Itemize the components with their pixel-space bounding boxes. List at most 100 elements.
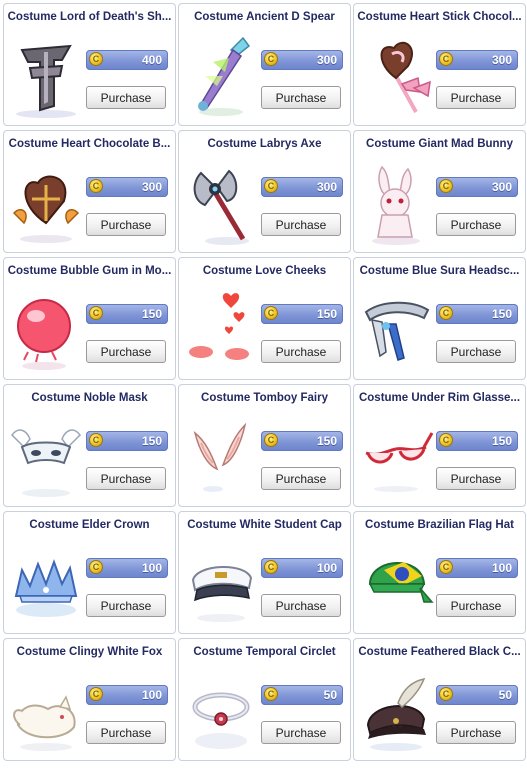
price-tag: C 100 (261, 558, 343, 578)
coin-icon: C (264, 560, 278, 574)
shop-item-card: Costume Elder Crown C 100 Purchase (3, 511, 176, 634)
purchase-button[interactable]: Purchase (261, 594, 341, 617)
red-glasses-icon (358, 413, 434, 501)
purchase-button[interactable]: Purchase (436, 467, 516, 490)
item-price: 150 (491, 307, 512, 321)
item-name: Costume Temporal Circlet (193, 646, 336, 658)
item-price: 300 (491, 180, 512, 194)
item-price: 300 (316, 53, 337, 67)
coin-icon: C (89, 306, 103, 320)
item-name: Costume Feathered Black C... (358, 646, 521, 658)
item-name: Costume Bubble Gum in Mo... (7, 265, 172, 277)
coin-icon: C (89, 179, 103, 193)
purchase-button[interactable]: Purchase (86, 340, 166, 363)
feathered-cap-icon (358, 667, 434, 755)
item-name: Costume Under Rim Glasse... (358, 392, 521, 404)
fairy-ears-icon (183, 413, 259, 501)
purchase-button[interactable]: Purchase (86, 213, 166, 236)
bunny-plush-icon (358, 159, 434, 247)
price-tag: C 400 (86, 50, 168, 70)
item-name: Costume Heart Chocolate B... (8, 138, 171, 150)
crystal-spear-icon (183, 32, 259, 120)
shop-item-card: Costume Heart Stick Chocol... C 300 Purc… (353, 3, 526, 126)
price-tag: C 300 (261, 50, 343, 70)
purchase-button[interactable]: Purchase (436, 213, 516, 236)
shop-item-card: Costume Temporal Circlet C 50 Purchase (178, 638, 351, 761)
purchase-button[interactable]: Purchase (436, 340, 516, 363)
item-price: 150 (316, 434, 337, 448)
item-price: 100 (316, 561, 337, 575)
item-name: Costume Giant Mad Bunny (366, 138, 513, 150)
price-tag: C 150 (436, 431, 518, 451)
purchase-button[interactable]: Purchase (86, 86, 166, 109)
price-tag: C 300 (86, 177, 168, 197)
price-tag: C 150 (86, 431, 168, 451)
item-price: 300 (491, 53, 512, 67)
winged-mask-icon (8, 413, 84, 501)
dark-cross-shield-icon (8, 32, 84, 120)
item-price: 100 (141, 561, 162, 575)
price-tag: C 150 (261, 304, 343, 324)
item-price: 400 (141, 53, 162, 67)
item-price: 100 (491, 561, 512, 575)
shop-item-card: Costume Labrys Axe C 300 Purchase (178, 130, 351, 253)
blue-headscarf-icon (358, 286, 434, 374)
coin-icon: C (89, 560, 103, 574)
coin-icon: C (264, 687, 278, 701)
coin-icon: C (439, 52, 453, 66)
item-name: Costume Brazilian Flag Hat (365, 519, 514, 531)
coin-icon: C (439, 687, 453, 701)
purchase-button[interactable]: Purchase (86, 594, 166, 617)
item-name: Costume Labrys Axe (207, 138, 322, 150)
double-axe-icon (183, 159, 259, 247)
shop-item-card: Costume Bubble Gum in Mo... C 150 Purcha… (3, 257, 176, 380)
shop-item-card: Costume Love Cheeks C 150 Purchase (178, 257, 351, 380)
purchase-button[interactable]: Purchase (261, 340, 341, 363)
item-name: Costume Tomboy Fairy (201, 392, 328, 404)
pink-bubble-icon (8, 286, 84, 374)
shop-item-card: Costume Brazilian Flag Hat C 100 Purchas… (353, 511, 526, 634)
item-price: 50 (498, 688, 512, 702)
item-price: 150 (491, 434, 512, 448)
shop-item-card: Costume Blue Sura Headsc... C 150 Purcha… (353, 257, 526, 380)
item-price: 150 (141, 307, 162, 321)
coin-icon: C (89, 52, 103, 66)
heart-chocolate-box-icon (8, 159, 84, 247)
coin-icon: C (439, 560, 453, 574)
coin-icon: C (89, 433, 103, 447)
coin-icon: C (439, 179, 453, 193)
item-price: 300 (141, 180, 162, 194)
shop-item-card: Costume Clingy White Fox C 100 Purchase (3, 638, 176, 761)
price-tag: C 50 (436, 685, 518, 705)
purchase-button[interactable]: Purchase (86, 467, 166, 490)
coin-icon: C (264, 433, 278, 447)
item-name: Costume Noble Mask (31, 392, 148, 404)
purchase-button[interactable]: Purchase (261, 467, 341, 490)
item-name: Costume Blue Sura Headsc... (359, 265, 520, 277)
purchase-button[interactable]: Purchase (86, 721, 166, 744)
shop-item-card: Costume Noble Mask C 150 Purchase (3, 384, 176, 507)
item-name: Costume White Student Cap (187, 519, 342, 531)
purchase-button[interactable]: Purchase (261, 86, 341, 109)
price-tag: C 100 (86, 558, 168, 578)
purchase-button[interactable]: Purchase (261, 721, 341, 744)
price-tag: C 50 (261, 685, 343, 705)
item-name: Costume Lord of Death's Sh... (7, 11, 172, 23)
item-price: 150 (141, 434, 162, 448)
shop-item-card: Costume Lord of Death's Sh... C 400 Purc… (3, 3, 176, 126)
item-price: 150 (316, 307, 337, 321)
purchase-button[interactable]: Purchase (436, 594, 516, 617)
item-name: Costume Elder Crown (29, 519, 150, 531)
shop-item-card: Costume Under Rim Glasse... C 150 Purcha… (353, 384, 526, 507)
purchase-button[interactable]: Purchase (261, 213, 341, 236)
price-tag: C 300 (436, 177, 518, 197)
purchase-button[interactable]: Purchase (436, 721, 516, 744)
item-name: Costume Heart Stick Chocol... (357, 11, 522, 23)
blush-hearts-icon (183, 286, 259, 374)
item-name: Costume Clingy White Fox (16, 646, 163, 658)
item-price: 300 (316, 180, 337, 194)
shop-item-card: Costume Ancient D Spear C 300 Purchase (178, 3, 351, 126)
item-shop-grid: Costume Lord of Death's Sh... C 400 Purc… (0, 0, 527, 771)
coin-icon: C (439, 433, 453, 447)
purchase-button[interactable]: Purchase (436, 86, 516, 109)
